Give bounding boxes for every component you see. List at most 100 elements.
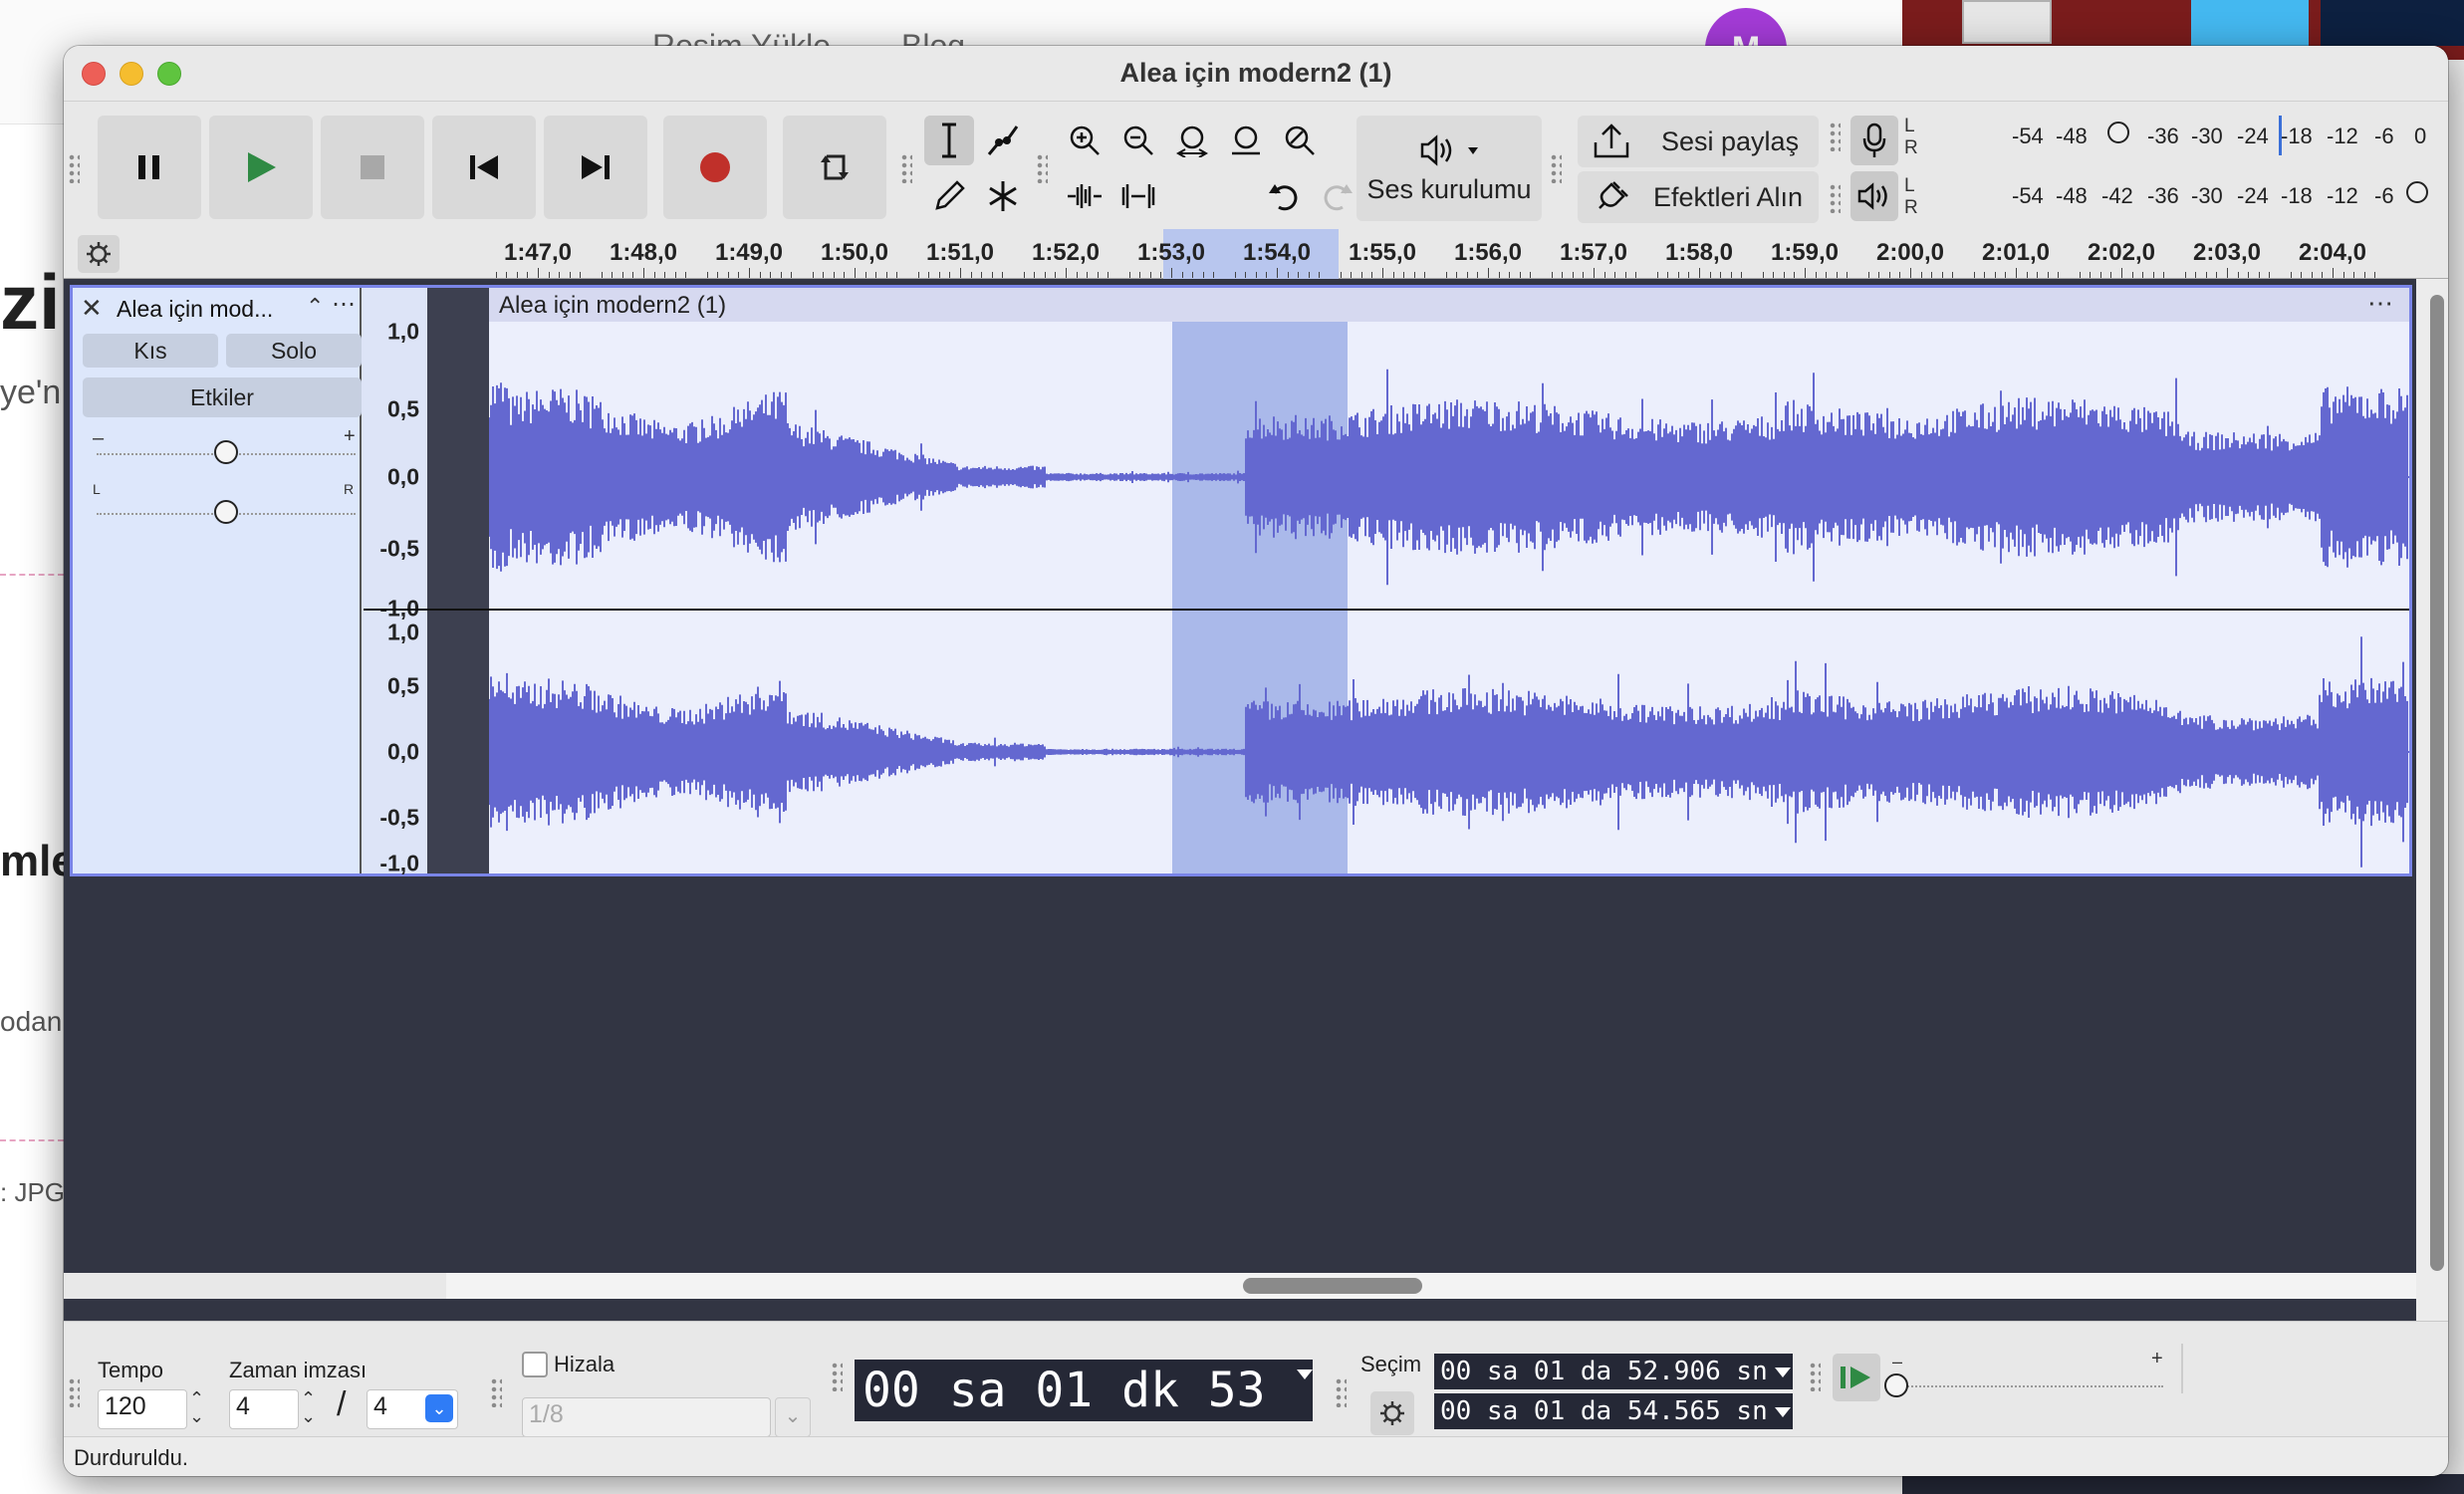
get-effects-button[interactable]: Efektleri Alın [1578, 171, 1819, 223]
toolbar-grip[interactable] [1335, 1377, 1347, 1407]
timeline-minor-tick [495, 272, 497, 278]
selection-tool-button[interactable] [924, 116, 974, 165]
numerator-stepper[interactable]: ⌃ ⌄ [301, 1389, 316, 1425]
record-peak-marker [2279, 116, 2282, 155]
audio-clip[interactable]: Alea için modern2 (1) ⋯ [489, 288, 2409, 873]
close-track-button[interactable]: ✕ [81, 294, 109, 322]
time-signature-numerator[interactable]: 4 [229, 1389, 299, 1429]
loop-button[interactable] [783, 116, 886, 219]
selection-settings-button[interactable] [1370, 1391, 1414, 1435]
selection-end-display[interactable]: 00 sa 01 da 54.565 sn [1434, 1393, 1793, 1429]
timeline-minor-tick [2374, 272, 2376, 278]
background-thumbnail [2321, 0, 2464, 46]
toolbar-grip[interactable] [68, 153, 80, 183]
tempo-input[interactable]: 120 [98, 1389, 187, 1429]
waveform-channel [489, 369, 2409, 586]
solo-button[interactable]: Solo [226, 334, 362, 368]
snap-checkbox[interactable] [522, 1352, 548, 1377]
channel-right-label: R [1904, 197, 1918, 218]
horizontal-scrollbar[interactable] [1243, 1278, 1422, 1294]
timeline-settings-button[interactable] [78, 235, 120, 273]
skip-to-start-button[interactable] [432, 116, 536, 219]
mute-button[interactable]: Kıs [83, 334, 218, 368]
timeline-minor-tick [885, 272, 887, 278]
pan-slider[interactable] [214, 500, 238, 524]
chevron-down-icon[interactable]: ⌄ [775, 1397, 811, 1437]
toolbar-grip[interactable] [1829, 183, 1841, 213]
toolbar-grip[interactable] [1829, 122, 1841, 151]
audio-position-display[interactable]: 00 sa 01 dk 53 sn [855, 1360, 1313, 1476]
zoom-out-button[interactable] [1113, 116, 1163, 165]
background-fragment: zi [0, 258, 61, 346]
track-name[interactable]: Alea için mod... [117, 296, 273, 323]
timeline-minor-tick [2258, 272, 2260, 278]
timeline-minor-tick [1055, 272, 1057, 278]
timeline-tick: 1:53,0 [1136, 239, 1206, 266]
toolbar-grip[interactable] [1036, 153, 1048, 183]
record-level-handle[interactable] [2107, 122, 2129, 143]
play-at-speed-button[interactable] [1833, 1354, 1880, 1401]
chevron-down-icon[interactable] [1775, 1368, 1791, 1377]
pause-button[interactable] [98, 116, 201, 219]
time-signature-denominator[interactable]: 4 ⌄ [367, 1389, 458, 1429]
speed-slider[interactable] [1884, 1373, 1908, 1397]
audio-track[interactable]: ✕ Alea için mod... ⌃ ⋯ Kıs Solo Etkiler … [70, 285, 2412, 876]
chevron-down-icon[interactable] [1775, 1407, 1791, 1417]
zoom-in-button[interactable] [1060, 116, 1109, 165]
selection-start-display[interactable]: 00 sa 01 da 52.906 sn [1434, 1354, 1793, 1389]
track-menu-button[interactable]: ⋯ [332, 290, 356, 319]
trim-outside-button[interactable] [1060, 171, 1109, 221]
stop-button[interactable] [321, 116, 424, 219]
share-audio-button[interactable]: Sesi paylaş [1578, 116, 1819, 167]
get-effects-label: Efektleri Alın [1653, 181, 1804, 212]
timeline-minor-tick [1445, 272, 1447, 278]
speed-slider-track [1896, 1385, 2163, 1387]
timeline-minor-tick [823, 272, 825, 278]
fit-project-button[interactable] [1221, 116, 1271, 165]
envelope-tool-button[interactable] [978, 116, 1028, 165]
toolbar-grip[interactable] [900, 153, 912, 183]
timeline-minor-tick [1688, 272, 1690, 278]
record-meter[interactable]: -54 -48 -36 -30 -24 -18 -12 -6 0 [1968, 116, 2446, 155]
timeline-ruler[interactable]: 1:47,0 1:48,0 1:49,0 1:50,0 1:51,0 1:52,0 1:53… [64, 229, 2448, 279]
toolbar-grip[interactable] [831, 1362, 843, 1391]
effects-button[interactable]: Etkiler [83, 377, 362, 417]
selection-start: 00 sa 01 da 52.906 sn [1440, 1357, 1768, 1386]
track-area[interactable]: ✕ Alea için mod... ⌃ ⋯ Kıs Solo Etkiler … [64, 279, 2416, 1321]
timeline-minor-tick [1699, 268, 1700, 278]
record-button[interactable] [663, 116, 767, 219]
timeline-minor-tick [1973, 272, 1975, 278]
gain-slider[interactable] [214, 440, 238, 464]
redo-button[interactable] [1313, 171, 1362, 221]
vertical-scrollbar[interactable] [2430, 295, 2444, 1271]
collapse-track-button[interactable]: ⌃ [306, 294, 324, 320]
undo-button[interactable] [1259, 171, 1309, 221]
record-meter-button[interactable] [1850, 116, 1898, 165]
tempo-stepper[interactable]: ⌃ ⌄ [189, 1389, 204, 1425]
toolbar-grip[interactable] [1809, 1362, 1821, 1391]
draw-tool-button[interactable] [924, 171, 974, 221]
toolbar-grip[interactable] [1550, 153, 1562, 183]
timeline-minor-tick [1202, 272, 1204, 278]
silence-selection-button[interactable] [1113, 171, 1163, 221]
multi-tool-button[interactable] [978, 171, 1028, 221]
fit-selection-button[interactable] [1167, 116, 1217, 165]
chevron-down-icon[interactable] [1297, 1370, 1313, 1379]
playback-level-handle[interactable] [2406, 181, 2428, 203]
playback-meter-button[interactable] [1850, 171, 1898, 221]
audio-setup-button[interactable]: Ses kurulumu [1356, 116, 1542, 221]
timeline-tick: 1:48,0 [609, 239, 678, 266]
playback-meter[interactable]: -54 -48 -42 -36 -30 -24 -18 -12 -6 [1968, 175, 2446, 215]
i-beam-icon [942, 123, 956, 158]
amplitude-axis: 1,0 0,5 0,0 -0,5 -1,0 1,0 0,5 0,0 -0,5 -… [364, 288, 425, 876]
timeline-minor-tick [601, 272, 603, 278]
skip-to-end-button[interactable] [544, 116, 647, 219]
timeline-minor-tick [1287, 272, 1289, 278]
zoom-toggle-button[interactable] [1275, 116, 1325, 165]
toolbar-grip[interactable] [490, 1377, 502, 1407]
play-button[interactable] [209, 116, 313, 219]
timeline-minor-tick [2005, 272, 2007, 278]
snap-interval-select[interactable]: 1/8 [522, 1397, 771, 1437]
skip-to-start-icon [470, 155, 498, 179]
toolbar-grip[interactable] [68, 1377, 80, 1407]
